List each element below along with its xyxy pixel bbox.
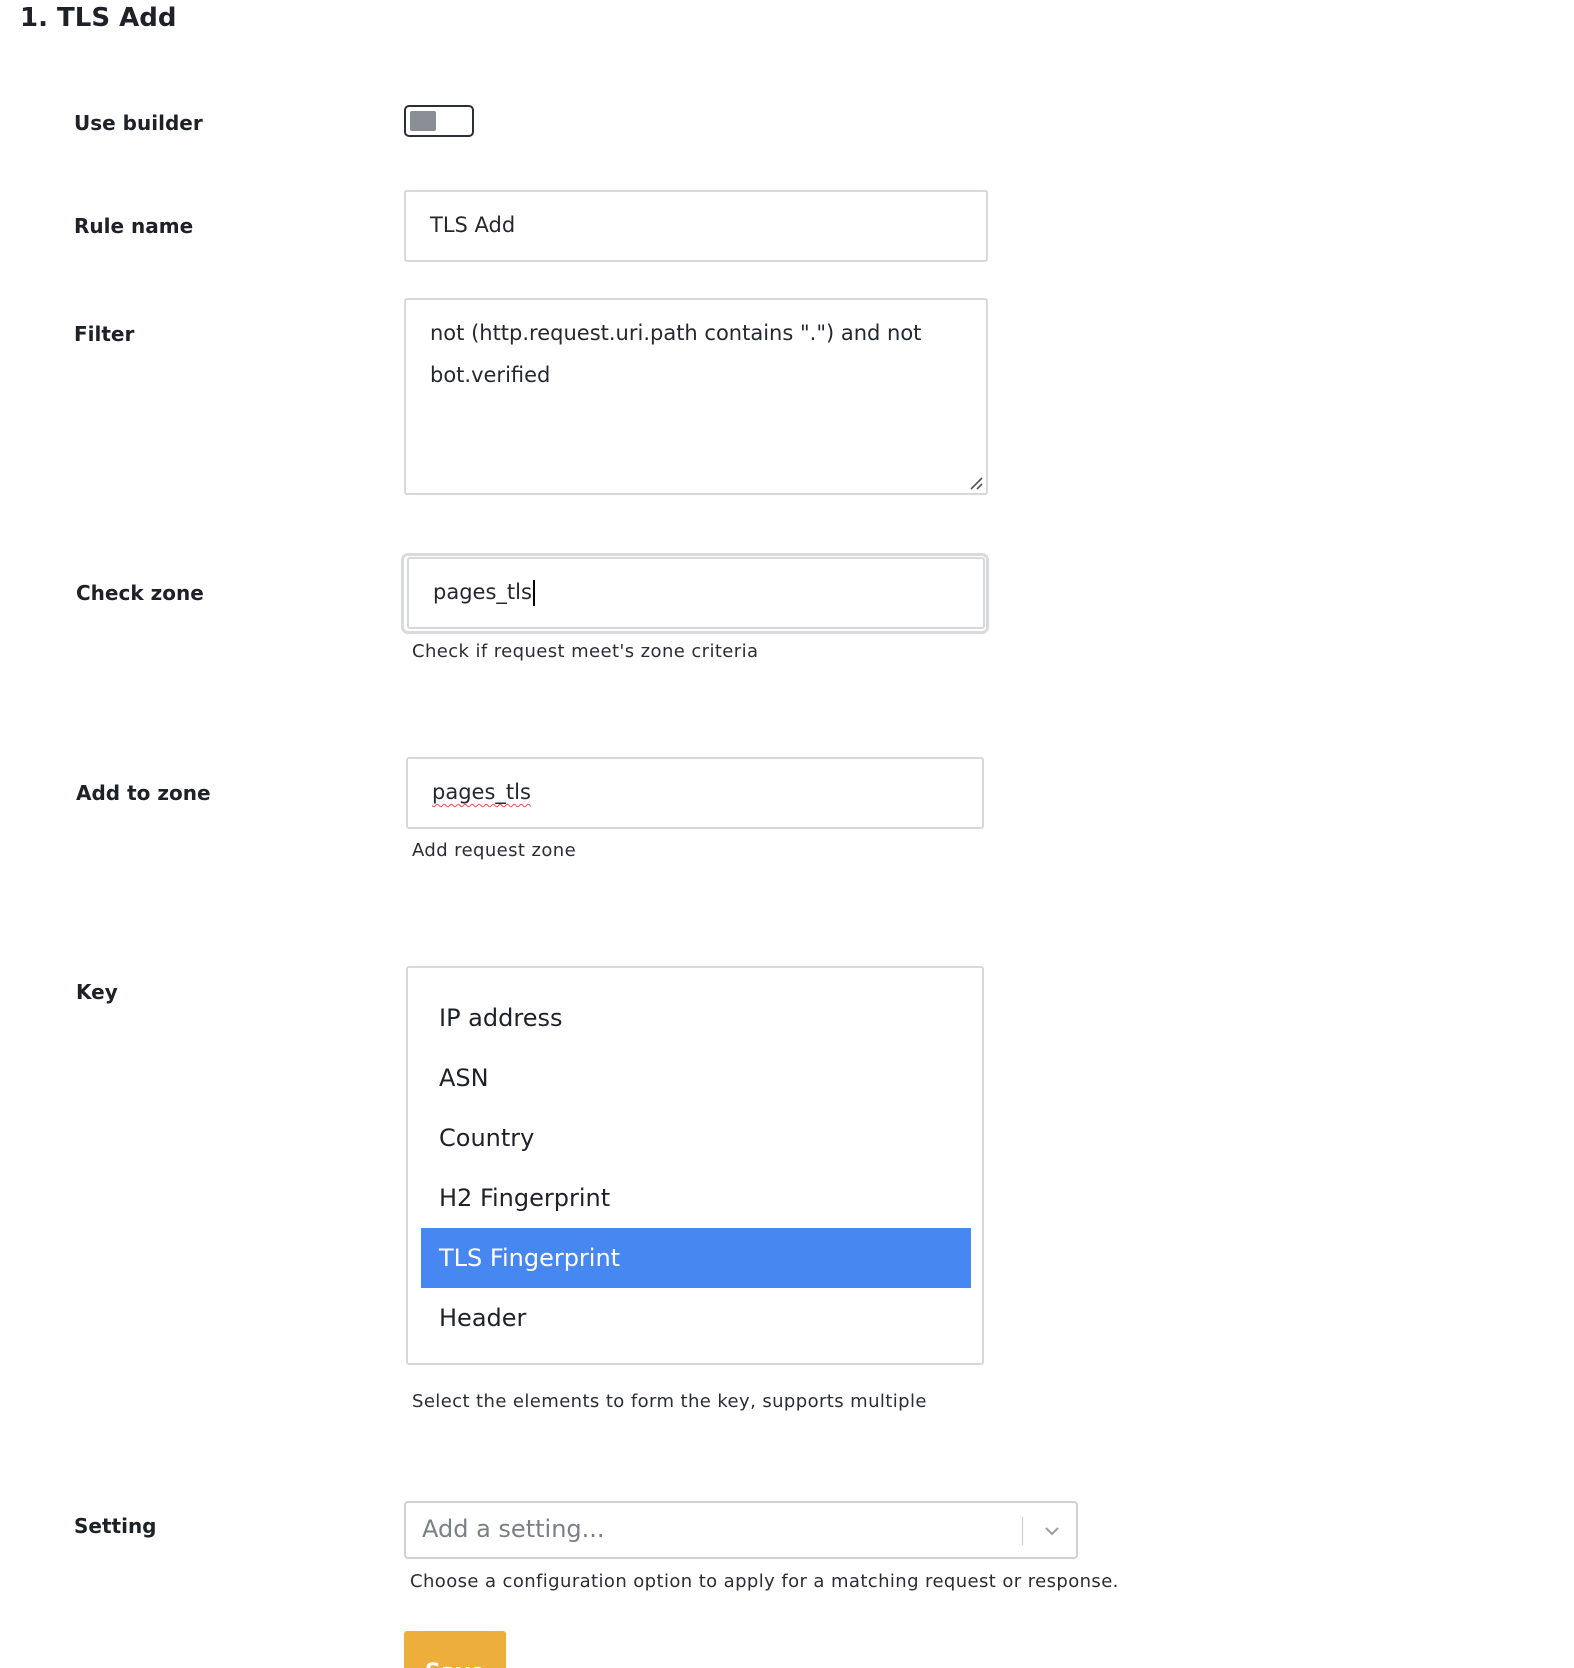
key-label: Key bbox=[76, 980, 118, 1004]
resize-handle-icon[interactable] bbox=[969, 476, 983, 490]
rule-name-input[interactable]: TLS Add bbox=[404, 190, 988, 262]
key-option-asn[interactable]: ASN bbox=[421, 1048, 971, 1108]
setting-label: Setting bbox=[74, 1514, 157, 1538]
key-option-header[interactable]: Header bbox=[421, 1288, 971, 1348]
add-to-zone-input[interactable]: pages_tls bbox=[406, 757, 984, 829]
chevron-down-icon[interactable] bbox=[1042, 1521, 1062, 1541]
select-separator bbox=[1022, 1517, 1023, 1545]
key-help: Select the elements to form the key, sup… bbox=[412, 1391, 927, 1412]
rule-name-value: TLS Add bbox=[430, 213, 516, 237]
filter-line-2: bot.verified bbox=[430, 363, 551, 387]
add-to-zone-label: Add to zone bbox=[76, 781, 211, 805]
filter-line-1: not (http.request.uri.path contains ".")… bbox=[430, 321, 922, 345]
setting-select[interactable]: Add a setting... bbox=[404, 1501, 1078, 1559]
check-zone-input[interactable]: pages_tls bbox=[407, 557, 985, 629]
check-zone-help: Check if request meet's zone criteria bbox=[412, 641, 759, 662]
use-builder-toggle[interactable] bbox=[404, 105, 474, 137]
check-zone-value: pages_tls bbox=[433, 580, 532, 604]
add-to-zone-help: Add request zone bbox=[412, 840, 577, 861]
filter-label: Filter bbox=[74, 322, 135, 346]
add-to-zone-value: pages_tls bbox=[432, 780, 531, 804]
setting-help: Choose a configuration option to apply f… bbox=[410, 1571, 1119, 1592]
toggle-knob bbox=[410, 111, 436, 131]
key-option-ip-address[interactable]: IP address bbox=[421, 988, 971, 1048]
text-caret bbox=[532, 580, 535, 606]
save-button[interactable]: Save bbox=[404, 1631, 506, 1668]
setting-placeholder: Add a setting... bbox=[422, 1515, 605, 1543]
key-option-tls-fingerprint[interactable]: TLS Fingerprint bbox=[421, 1228, 971, 1288]
rule-editor-page: 1. TLS Add Use builder Rule name TLS Add… bbox=[0, 0, 1574, 1668]
check-zone-label: Check zone bbox=[76, 581, 204, 605]
key-option-h2-fingerprint[interactable]: H2 Fingerprint bbox=[421, 1168, 971, 1228]
key-multiselect[interactable]: IP address ASN Country H2 Fingerprint TL… bbox=[406, 966, 984, 1365]
use-builder-label: Use builder bbox=[74, 111, 203, 135]
key-option-country[interactable]: Country bbox=[421, 1108, 971, 1168]
rule-heading: 1. TLS Add bbox=[20, 3, 177, 33]
rule-name-label: Rule name bbox=[74, 214, 194, 238]
filter-textarea[interactable]: not (http.request.uri.path contains ".")… bbox=[404, 298, 988, 495]
